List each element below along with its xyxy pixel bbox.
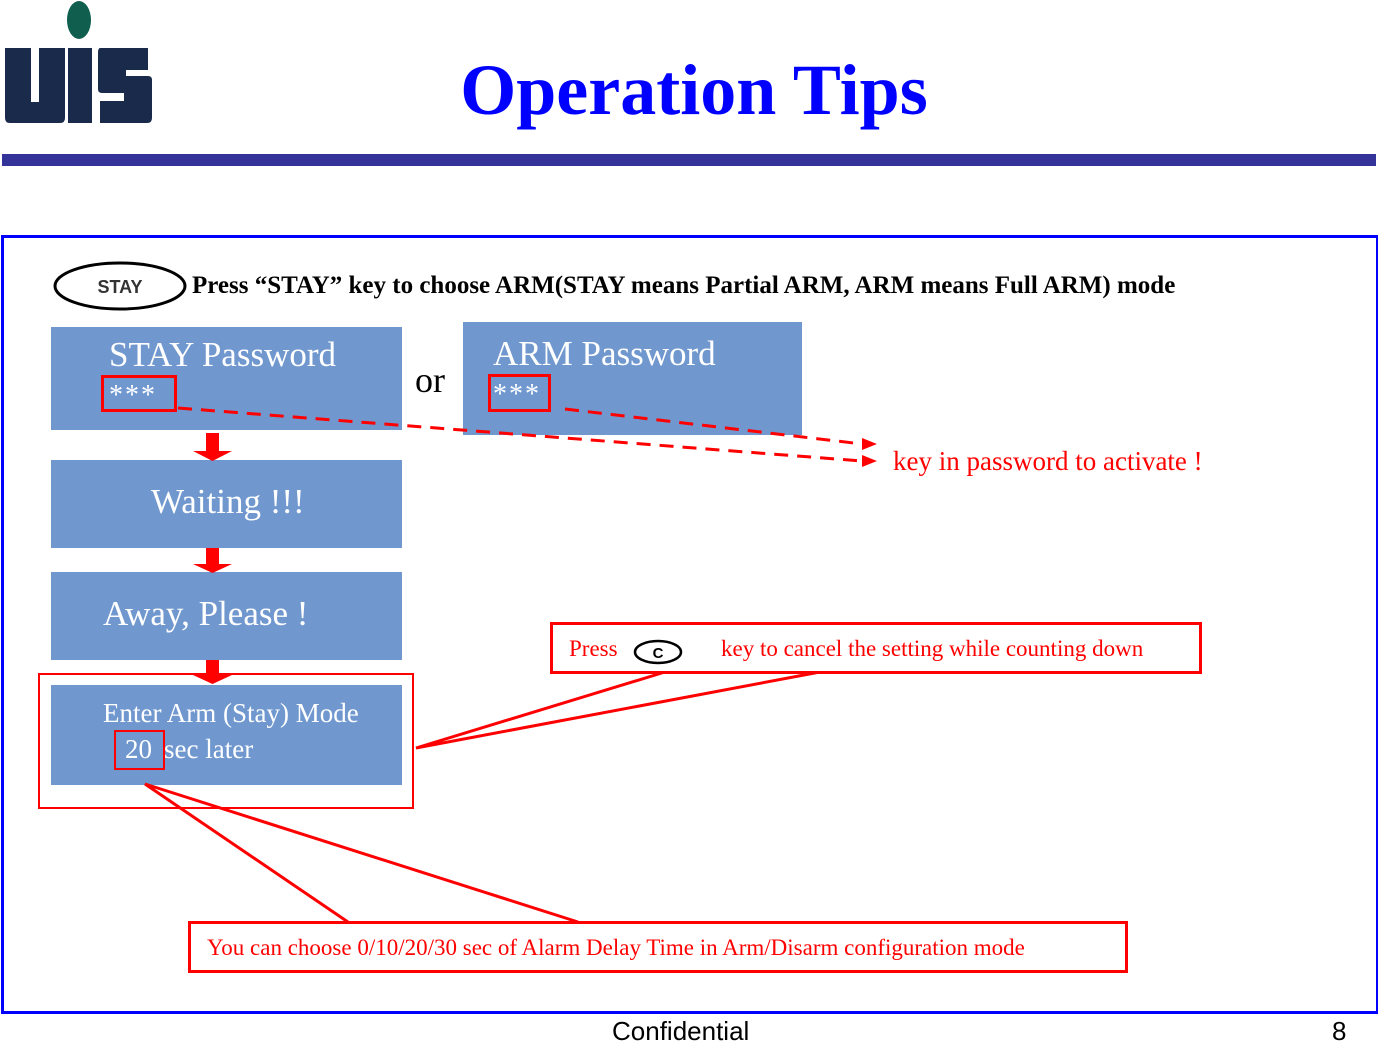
page-title: Operation Tips [460, 50, 928, 130]
cancel-press-label: Press [569, 636, 618, 661]
arm-password-title: ARM Password [493, 334, 716, 373]
enter-arm-line2: sec later [164, 734, 254, 764]
cancel-callout: Press C key to cancel the setting while … [550, 622, 1202, 674]
activate-note: key in password to activate ! [893, 446, 1203, 476]
enter-arm-line1: Enter Arm (Stay) Mode [103, 698, 359, 728]
stay-instruction: Press “STAY” key to choose ARM(STAY mean… [192, 272, 1176, 299]
delay-callout: You can choose 0/10/20/30 sec of Alarm D… [188, 921, 1128, 973]
waiting-text: Waiting !!! [151, 482, 305, 521]
arm-password-highlight [488, 374, 551, 412]
or-label: or [415, 360, 445, 400]
title-divider [2, 154, 1376, 166]
stay-password-title: STAY Password [109, 335, 337, 374]
stay-key-label: STAY [97, 277, 142, 297]
stay-password-screen: STAY Password *** [51, 327, 402, 430]
delay-callout-text: You can choose 0/10/20/30 sec of Alarm D… [207, 935, 1025, 960]
stay-key-icon: STAY [52, 260, 188, 312]
arm-password-screen: ARM Password *** [463, 322, 802, 435]
away-screen: Away, Please ! [51, 572, 402, 660]
away-text: Away, Please ! [103, 594, 309, 633]
enter-arm-screen: Enter Arm (Stay) Mode 20 sec later [51, 685, 402, 785]
footer-confidential: Confidential [612, 1016, 750, 1046]
c-key-label: C [653, 645, 664, 662]
c-key-icon: C [633, 638, 683, 666]
waiting-screen: Waiting !!! [51, 460, 402, 548]
page-number: 8 [1332, 1016, 1347, 1046]
delay-value-highlight [114, 730, 165, 770]
stay-password-highlight [101, 375, 177, 412]
cancel-callout-text: key to cancel the setting while counting… [721, 636, 1144, 661]
